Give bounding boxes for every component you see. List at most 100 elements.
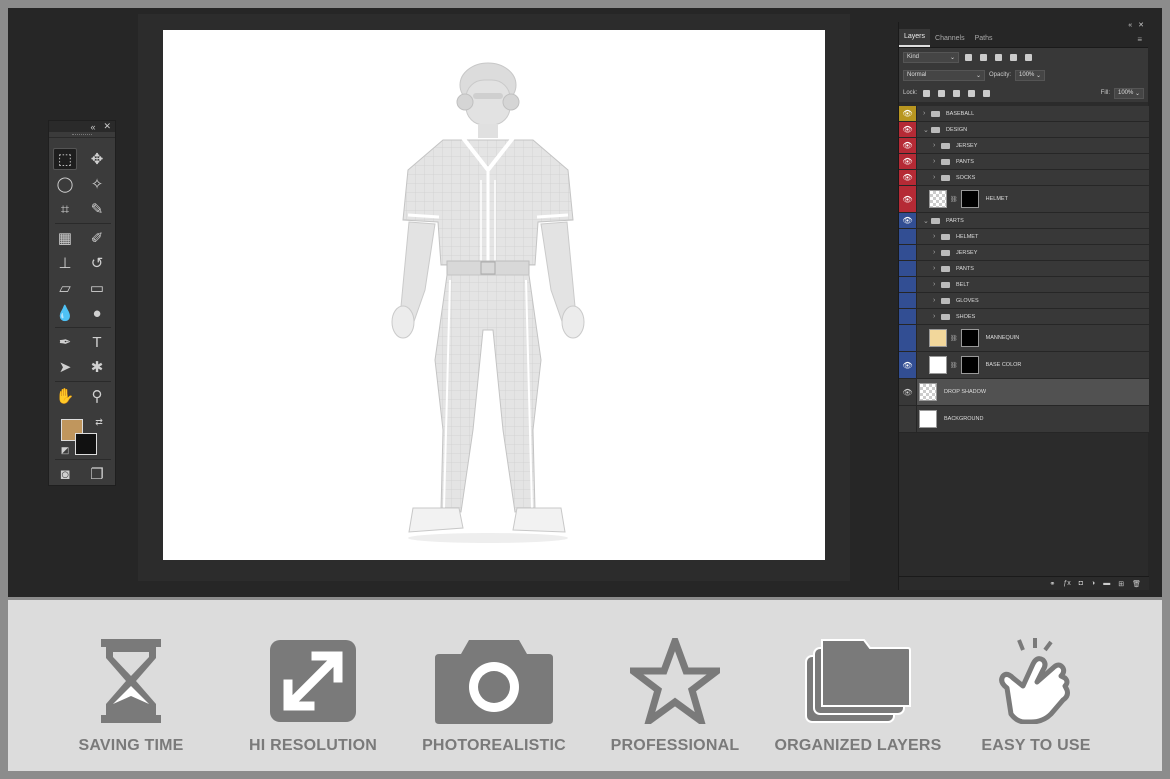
mask-thumbnail[interactable] [960, 190, 979, 208]
visibility-eye-icon[interactable]: 👁 [899, 379, 917, 405]
smart-object-filter-icon[interactable] [1025, 53, 1032, 61]
fill-input[interactable]: 100% ⌄ [1114, 87, 1144, 99]
type-tool-icon[interactable]: T [85, 331, 109, 353]
chevron-down-icon[interactable]: ⌄ [923, 217, 931, 225]
lock-all-icon[interactable] [983, 89, 991, 97]
panel-menu-icon[interactable]: ≡ [1137, 35, 1142, 44]
layer-row[interactable]: · ⛓ MANNEQUIN [899, 325, 1149, 352]
lock-image-icon[interactable] [938, 89, 946, 97]
tab-layers[interactable]: Layers [899, 29, 931, 47]
screen-mode-icon[interactable]: ❐ [85, 463, 109, 485]
layer-row[interactable]: · › HELMET [899, 229, 1149, 245]
new-layer-icon[interactable]: ⊞ [1118, 580, 1124, 588]
adjustment-layer-icon[interactable]: ◑ [1091, 580, 1095, 587]
visibility-off-icon[interactable]: · [899, 309, 917, 324]
layer-row[interactable]: · › JERSEY [899, 245, 1149, 261]
opacity-input[interactable]: 100% ⌄ [1015, 69, 1046, 81]
tab-paths[interactable]: Paths [970, 31, 998, 47]
layer-row[interactable]: 👁 › BASEBALL [899, 106, 1149, 122]
layer-row[interactable]: 👁 ⛓ HELMET [899, 186, 1149, 213]
close-icon[interactable]: ✕ [1138, 22, 1144, 30]
shape-filter-icon[interactable] [1010, 53, 1017, 61]
healing-brush-icon[interactable]: ▦ [53, 227, 77, 249]
visibility-eye-icon[interactable]: 👁 [899, 106, 917, 121]
eyedropper-icon[interactable]: ✎ [85, 198, 109, 220]
custom-shape-icon[interactable]: ✱ [85, 356, 109, 378]
trash-icon[interactable]: 🗑 [1132, 580, 1141, 588]
collapse-icon[interactable]: « [1128, 22, 1132, 30]
brush-tool-icon[interactable]: ✐ [85, 227, 109, 249]
tab-channels[interactable]: Channels [930, 31, 970, 47]
link-layers-icon[interactable]: ⚭ [1049, 580, 1055, 588]
fx-icon[interactable]: ƒx [1063, 580, 1070, 587]
adjustment-filter-icon[interactable] [980, 53, 987, 61]
pixel-filter-icon[interactable] [965, 53, 972, 61]
layer-row[interactable]: 👁 ⌄ PARTS [899, 213, 1149, 229]
lock-position-icon[interactable] [953, 89, 961, 97]
blur-tool-icon[interactable]: 💧 [53, 302, 77, 324]
close-icon[interactable]: ✕ [103, 121, 111, 132]
visibility-eye-icon[interactable]: 👁 [899, 138, 917, 153]
dodge-tool-icon[interactable]: ● [85, 302, 109, 324]
swap-colors-icon[interactable]: ⇄ [87, 411, 111, 433]
magic-wand-icon[interactable]: ✧ [85, 173, 109, 195]
chevron-right-icon[interactable]: › [923, 110, 931, 117]
visibility-off-icon[interactable]: · [899, 406, 917, 432]
visibility-eye-icon[interactable]: 👁 [899, 122, 917, 137]
visibility-eye-icon[interactable]: 👁 [899, 186, 917, 212]
history-brush-icon[interactable]: ↺ [85, 252, 109, 274]
pen-tool-icon[interactable]: ✒ [53, 331, 77, 353]
eraser-tool-icon[interactable]: ▱ [53, 277, 77, 299]
chevron-right-icon[interactable]: › [933, 265, 941, 272]
layer-row[interactable]: 👁 ⛓ BASE COLOR [899, 352, 1149, 379]
visibility-eye-icon[interactable]: 👁 [899, 154, 917, 169]
gradient-tool-icon[interactable]: ▭ [85, 277, 109, 299]
visibility-eye-icon[interactable]: 👁 [899, 213, 917, 228]
collapse-icon[interactable]: « [90, 122, 95, 132]
panel-grip[interactable] [49, 132, 115, 138]
crop-tool-icon[interactable]: ⌗ [53, 198, 77, 220]
blend-mode-select[interactable]: Normal ⌄ [903, 69, 985, 81]
lock-artboard-icon[interactable] [968, 89, 976, 97]
hand-tool-icon[interactable]: ✋ [53, 385, 77, 407]
chevron-right-icon[interactable]: › [933, 313, 941, 320]
chevron-right-icon[interactable]: › [933, 158, 941, 165]
chevron-right-icon[interactable]: › [933, 233, 941, 240]
new-group-icon[interactable]: ▬ [1103, 580, 1110, 587]
chevron-right-icon[interactable]: › [933, 281, 941, 288]
layer-row-selected[interactable]: 👁 DROP SHADOW [899, 379, 1149, 406]
visibility-off-icon[interactable]: · [899, 325, 917, 351]
layer-row[interactable]: 👁 › JERSEY [899, 138, 1149, 154]
move-tool-icon[interactable]: ✥ [85, 148, 109, 170]
chevron-right-icon[interactable]: › [933, 297, 941, 304]
add-mask-icon[interactable]: ◘ [1079, 580, 1083, 587]
layer-row[interactable]: · › SHOES [899, 309, 1149, 325]
layer-row[interactable]: · › PANTS [899, 261, 1149, 277]
layer-row[interactable]: · › BELT [899, 277, 1149, 293]
chevron-right-icon[interactable]: › [933, 249, 941, 256]
default-colors-icon[interactable]: ◩ [53, 439, 77, 461]
visibility-off-icon[interactable]: · [899, 245, 917, 260]
path-select-icon[interactable]: ➤ [53, 356, 77, 378]
clone-stamp-icon[interactable]: ⊥ [53, 252, 77, 274]
mask-thumbnail[interactable] [960, 329, 979, 347]
mask-thumbnail[interactable] [960, 356, 979, 374]
document-canvas[interactable] [163, 30, 825, 560]
layer-row[interactable]: 👁 › SOCKS [899, 170, 1149, 186]
layer-row[interactable]: 👁 ⌄ DESIGN [899, 122, 1149, 138]
layer-row[interactable]: · BACKGROUND [899, 406, 1149, 433]
visibility-eye-icon[interactable]: 👁 [899, 352, 917, 378]
layer-row[interactable]: · › GLOVES [899, 293, 1149, 309]
background-color-swatch[interactable] [75, 433, 97, 455]
quick-mask-icon[interactable]: ◙ [53, 463, 77, 485]
layer-row[interactable]: 👁 › PANTS [899, 154, 1149, 170]
type-filter-icon[interactable] [995, 53, 1002, 61]
lock-transparent-icon[interactable] [923, 89, 931, 97]
visibility-off-icon[interactable]: · [899, 261, 917, 276]
visibility-eye-icon[interactable]: 👁 [899, 170, 917, 185]
lasso-tool-icon[interactable]: ◯ [53, 173, 77, 195]
chevron-right-icon[interactable]: › [933, 174, 941, 181]
chevron-right-icon[interactable]: › [933, 142, 941, 149]
chevron-down-icon[interactable]: ⌄ [923, 126, 931, 134]
marquee-tool-icon[interactable]: ⬚ [53, 148, 77, 170]
